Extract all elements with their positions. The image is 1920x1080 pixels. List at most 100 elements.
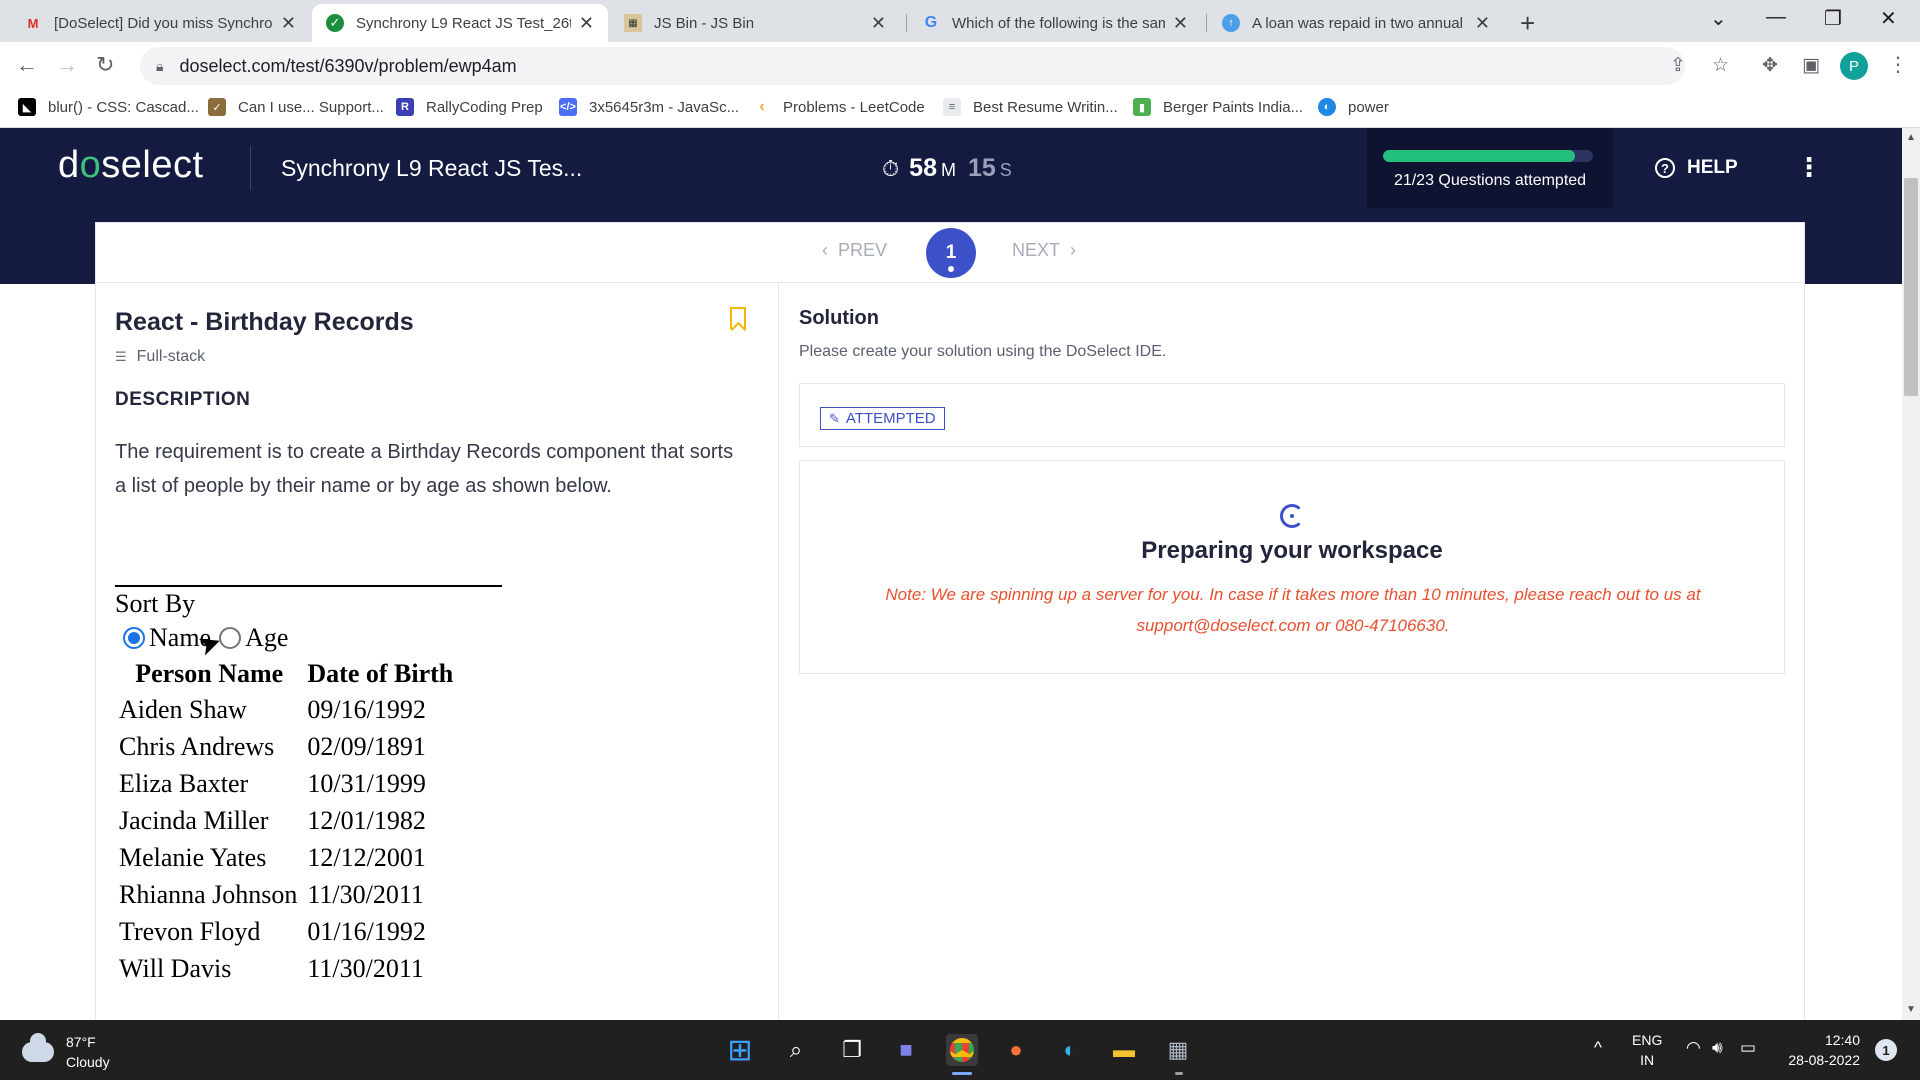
more-options-icon[interactable]: ⋮ [1796,152,1822,183]
star-icon[interactable]: ☆ [1712,54,1729,77]
close-tab-icon[interactable]: ✕ [281,13,296,34]
close-window-icon[interactable]: ✕ [1880,6,1897,31]
new-tab-icon[interactable]: + [1520,8,1535,39]
firefox-icon[interactable]: ● [1000,1034,1032,1066]
tab-loan[interactable]: ↑ A loan was repaid in two annual ✕ [1208,4,1504,42]
browser-menu-icon[interactable]: ⋮ [1888,52,1908,77]
tab-google[interactable]: G Which of the following is the same ✕ [908,4,1202,42]
bookmark-caniuse[interactable]: ✓ Can I use... Support... [208,98,384,116]
minimize-icon[interactable]: — [1766,6,1786,29]
clock[interactable]: 12:40 28-08-2022 [1774,1030,1860,1070]
tab-jsbin[interactable]: ▦ JS Bin - JS Bin ✕ [610,4,900,42]
solution-subtitle: Please create your solution using the Do… [799,343,1167,360]
bookmark-rallycoding[interactable]: R RallyCoding Prep [396,98,543,116]
document-icon: ≡ [943,98,961,116]
windows-start-icon[interactable]: ⊞ [724,1034,756,1067]
restore-icon[interactable]: ❐ [1824,6,1842,31]
stopwatch-icon: ⏱ [882,156,900,181]
bookmark-label: blur() - CSS: Cascad... [48,98,199,116]
sort-radio-group: Name Age [123,623,502,653]
task-view-icon[interactable]: ❐ [836,1034,868,1066]
date-of-birth: 12/12/2001 [307,843,426,872]
address-bar[interactable]: 🔒︎ doselect.com/test/6390v/problem/ewp4a… [140,47,1685,85]
scroll-down-icon[interactable]: ▼ [1906,1004,1916,1015]
close-tab-icon[interactable]: ✕ [1475,13,1490,34]
edge-icon[interactable]: ◐ [1054,1034,1086,1066]
category-label: Full-stack [136,348,206,365]
countdown-timer: ⏱ 58 M 15 S [882,154,1012,183]
current-indicator-dot [948,266,954,272]
close-tab-icon[interactable]: ✕ [1173,13,1188,34]
workspace-panel: Preparing your workspace Note: We are sp… [799,460,1785,674]
active-app-indicator [952,1072,972,1075]
pencil-icon: ✎ [829,410,840,426]
problem-pane[interactable]: React - Birthday Records ☰ Full-stack DE… [96,283,779,1020]
show-hidden-icons-icon[interactable]: ^ [1594,1038,1602,1058]
back-icon[interactable]: ← [16,52,38,78]
volume-icon[interactable]: 🔊︎ [1712,1038,1723,1058]
notification-badge[interactable]: 1 [1875,1039,1897,1061]
timer-seconds-unit: S [999,160,1012,180]
solution-heading: Solution [799,307,879,329]
person-name: Chris Andrews [119,732,275,761]
teams-chat-icon[interactable]: ■ [890,1034,922,1066]
weather-text: 87°F Cloudy [66,1032,110,1072]
tab-search-chevron-icon[interactable]: ⌄ [1710,6,1727,31]
date-of-birth: 12/01/1982 [307,806,426,835]
share-icon[interactable]: ⇪ [1670,54,1686,77]
profile-avatar[interactable]: P [1840,52,1868,80]
prev-label: PREV [838,240,888,260]
cloud-icon [22,1033,54,1062]
battery-icon[interactable]: ▭ [1740,1038,1756,1058]
tab-separator [906,14,907,32]
chrome-icon[interactable] [946,1034,978,1066]
table-row: Trevon Floyd 01/16/1992 [115,913,457,950]
status-panel: ✎ ATTEMPTED [799,383,1785,447]
calculator-icon[interactable]: ▦ [1162,1034,1194,1066]
page-scrollbar[interactable]: ▲ ▼ [1902,128,1920,1020]
prev-button[interactable]: ‹ PREV [822,240,887,261]
date-of-birth: 01/16/1992 [307,917,426,946]
language-indicator[interactable]: ENG IN [1632,1030,1662,1070]
scroll-thumb[interactable] [1904,178,1918,396]
tab-synchrony-test[interactable]: ✓ Synchrony L9 React JS Test_26th Aug ✕ [312,4,608,42]
search-icon[interactable]: ⌕ [780,1034,812,1066]
bookmark-resume[interactable]: ≡ Best Resume Writin... [943,98,1118,116]
weather-widget[interactable]: 87°F Cloudy [22,1032,110,1072]
check-circle-icon: ✓ [326,14,344,32]
reload-icon[interactable]: ↻ [96,52,114,78]
next-button[interactable]: NEXT › [1012,240,1076,261]
table-row: Eliza Baxter 10/31/1999 [115,765,457,802]
file-explorer-icon[interactable]: ▬ [1108,1034,1140,1066]
code-icon: </> [559,98,577,116]
tab-title: Synchrony L9 React JS Test_26th Aug [356,14,571,32]
forward-icon[interactable]: → [56,52,78,78]
divider-line [115,585,502,587]
side-panel-icon[interactable]: ▣ [1802,54,1820,77]
question-number-button[interactable]: 1 [926,228,976,278]
extensions-icon[interactable]: ✥ [1762,54,1778,77]
list-icon: ☰ [115,349,127,364]
test-title: Synchrony L9 React JS Tes... [281,155,583,181]
bookmark-jsbin-snippet[interactable]: </> 3x5645r3m - JavaSc... [559,98,739,116]
logo-part: select [101,144,204,186]
language-top: ENG [1632,1032,1663,1048]
status-badge: ✎ ATTEMPTED [820,407,945,430]
caniuse-icon: ✓ [208,98,226,116]
tab-title: Which of the following is the same [952,14,1165,32]
scroll-up-icon[interactable]: ▲ [1906,132,1916,143]
table-row: Will Davis 11/30/2011 [115,950,457,987]
doselect-logo[interactable]: doselect [58,144,204,187]
bookmark-berger[interactable]: ▮ Berger Paints India... [1133,98,1303,116]
bookmark-leetcode[interactable]: ‹ Problems - LeetCode [753,98,924,116]
bookmark-mdn[interactable]: ◣ blur() - CSS: Cascad... [18,98,199,116]
windows-taskbar: 87°F Cloudy ⊞ ⌕ ❐ ■ ● ◐ ▬ ▦ ^ ENG IN ◠ 🔊… [0,1020,1920,1080]
bookmark-power[interactable]: ◐ power [1318,98,1389,116]
close-tab-icon[interactable]: ✕ [579,13,594,34]
bookmark-icon[interactable] [730,307,746,329]
help-button[interactable]: ? HELP [1655,157,1738,179]
logo-part: d [58,144,80,186]
close-tab-icon[interactable]: ✕ [871,13,886,34]
tab-gmail[interactable]: M [DoSelect] Did you miss Synchrony ✕ [10,4,310,42]
wifi-icon[interactable]: ◠ [1686,1038,1701,1058]
